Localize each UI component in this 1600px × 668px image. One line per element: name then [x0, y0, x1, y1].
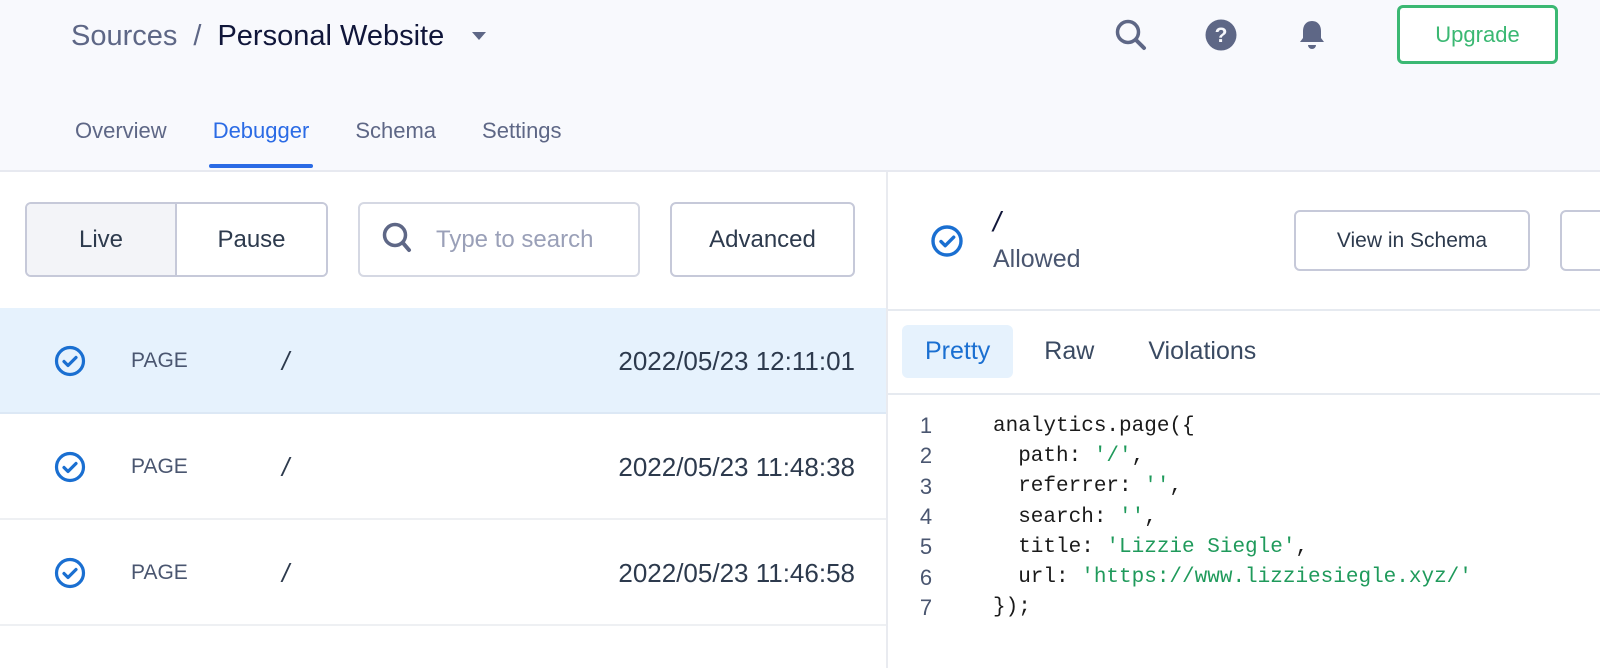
event-timestamp: 2022/05/23 12:11:01 — [618, 346, 855, 376]
code-text: }); — [993, 596, 1031, 620]
code-text: path: — [993, 444, 1094, 468]
svg-text:?: ? — [1215, 24, 1228, 47]
line-number: 2 — [919, 443, 933, 469]
check-circle-icon — [54, 557, 86, 589]
help-icon[interactable]: ? — [1204, 18, 1238, 52]
line-number: 7 — [919, 594, 933, 620]
source-dropdown-caret-icon[interactable] — [472, 32, 487, 40]
event-row[interactable]: PAGE / 2022/05/23 12:11:01 — [0, 308, 886, 414]
tab-settings[interactable]: Settings — [482, 118, 562, 144]
code-string: '' — [1119, 505, 1145, 529]
check-circle-icon — [54, 451, 86, 483]
code-line: 3 referrer: '', — [906, 472, 1472, 502]
code-line: 7}); — [906, 593, 1472, 623]
line-number: 3 — [919, 473, 933, 499]
live-button[interactable]: Live — [27, 204, 177, 275]
breadcrumb-current-source: Personal Website — [217, 19, 445, 52]
search-icon[interactable] — [1114, 18, 1148, 52]
event-timestamp: 2022/05/23 11:48:38 — [618, 452, 855, 482]
event-type: PAGE — [131, 561, 188, 584]
search-icon — [380, 220, 414, 259]
event-row[interactable]: PAGE / 2022/05/23 11:46:58 — [0, 520, 886, 626]
code-line: 2 path: '/', — [906, 441, 1472, 471]
event-timestamp: 2022/05/23 11:46:58 — [618, 558, 855, 588]
tab-schema[interactable]: Schema — [355, 118, 436, 144]
event-type: PAGE — [131, 349, 188, 372]
event-path: / — [282, 346, 290, 376]
code-text: referrer: — [993, 475, 1145, 499]
code-text: analytics.page({ — [993, 414, 1195, 438]
upgrade-button[interactable]: Upgrade — [1397, 5, 1558, 64]
code-text: title: — [993, 535, 1107, 559]
event-path: / — [282, 558, 290, 588]
top-header: Sources / Personal Website ? Upgrade Ove… — [0, 0, 1600, 172]
bell-icon[interactable] — [1295, 18, 1329, 52]
code-text: , — [1295, 535, 1309, 559]
tab-raw[interactable]: Raw — [1021, 325, 1117, 378]
breadcrumb-separator: / — [193, 19, 202, 52]
code-string: 'https://www.lizziesiegle.xyz/' — [1081, 566, 1472, 590]
code-text: url: — [993, 566, 1082, 590]
more-actions-button[interactable] — [1560, 210, 1600, 271]
breadcrumb: Sources / Personal Website — [71, 16, 487, 56]
code-line: 1 analytics.page({ — [906, 411, 1472, 441]
check-circle-icon — [54, 345, 86, 377]
code-divider — [888, 393, 1600, 395]
detail-event-status: Allowed — [993, 245, 1081, 273]
source-tabs: Overview Debugger Schema Settings — [75, 118, 608, 168]
code-text: , — [1144, 505, 1157, 529]
payload-view-tabs: Pretty Raw Violations — [902, 325, 1287, 378]
code-string: 'Lizzie Siegle' — [1106, 535, 1296, 559]
detail-divider — [888, 309, 1600, 311]
code-line: 4 search: '', — [906, 502, 1472, 532]
line-number: 6 — [919, 564, 933, 590]
detail-event-path: / — [993, 206, 1001, 237]
event-search-input[interactable] — [436, 225, 596, 254]
event-type: PAGE — [131, 455, 188, 478]
line-number: 5 — [919, 534, 933, 560]
code-text: search: — [993, 505, 1120, 529]
live-pause-toggle: Live Pause — [25, 202, 328, 277]
code-line: 5 title: 'Lizzie Siegle', — [906, 532, 1472, 562]
event-path: / — [282, 452, 290, 482]
code-string: '/' — [1093, 444, 1132, 468]
event-list: PAGE / 2022/05/23 12:11:01 PAGE / 2022/0… — [0, 308, 886, 626]
code-text: , — [1169, 475, 1183, 499]
event-search-box — [358, 202, 640, 277]
code-line: 6 url: 'https://www.lizziesiegle.xyz/' — [906, 562, 1472, 592]
tab-debugger[interactable]: Debugger — [208, 118, 313, 168]
line-number: 1 — [919, 413, 933, 439]
tab-overview[interactable]: Overview — [75, 118, 167, 144]
check-circle-icon — [930, 224, 964, 258]
tab-violations[interactable]: Violations — [1125, 325, 1279, 378]
tab-pretty[interactable]: Pretty — [902, 325, 1014, 378]
view-in-schema-button[interactable]: View in Schema — [1294, 210, 1530, 271]
breadcrumb-sources-link[interactable]: Sources — [71, 20, 177, 53]
code-text: , — [1131, 444, 1145, 468]
payload-code-block: 1 analytics.page({ 2 path: '/', 3 referre… — [906, 411, 1472, 623]
line-number: 4 — [919, 504, 933, 530]
pause-button[interactable]: Pause — [177, 204, 326, 275]
code-string: '' — [1144, 475, 1170, 499]
advanced-button[interactable]: Advanced — [670, 202, 855, 277]
event-row[interactable]: PAGE / 2022/05/23 11:48:38 — [0, 414, 886, 520]
